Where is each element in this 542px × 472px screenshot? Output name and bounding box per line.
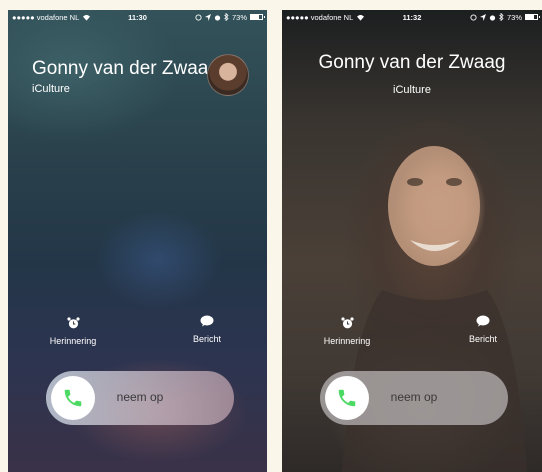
slider-label: neem op	[390, 390, 438, 404]
carrier-label: ●●●●● vodafone NL	[12, 12, 80, 22]
caller-label: iCulture	[393, 84, 431, 96]
caller-name: Gonny van der Zwaag	[32, 58, 219, 79]
slide-to-answer[interactable]: neem op	[320, 371, 508, 425]
remind-me-label: Herinnering	[323, 336, 371, 346]
alarm-clock-icon	[340, 317, 354, 329]
message-label: Bericht	[192, 334, 221, 344]
location-icon	[204, 13, 211, 21]
battery-icon	[250, 14, 265, 20]
incoming-call-screen-right: ●●●●● vodafone NL 11:32 73% Gonny van de…	[282, 10, 542, 472]
caller-avatar	[207, 54, 249, 96]
lock-rotation-icon	[195, 13, 202, 21]
message-label: Bericht	[468, 334, 497, 344]
alarm-clock-icon	[66, 317, 80, 329]
bluetooth-icon	[224, 13, 229, 21]
message-button[interactable]: Bericht	[176, 315, 238, 344]
status-bar: ●●●●● vodafone NL 11:30 73%	[8, 10, 267, 24]
message-button[interactable]: Bericht	[452, 315, 514, 344]
remind-me-label: Herinnering	[49, 336, 97, 346]
slide-to-answer[interactable]: neem op	[46, 371, 234, 425]
remind-me-button[interactable]: Herinnering	[38, 317, 108, 346]
caller-label: iCulture	[32, 83, 70, 95]
caller-name: Gonny van der Zwaag	[318, 52, 506, 73]
battery-percent: 73%	[231, 12, 247, 22]
incoming-call-screen-left: ●●●●● vodafone NL 11:30 73% Gonny van de…	[8, 10, 267, 472]
remind-me-button[interactable]: Herinnering	[312, 317, 382, 346]
message-bubble-icon	[200, 315, 214, 327]
alarm-status-icon	[214, 14, 221, 21]
slider-label: neem op	[116, 390, 164, 404]
wifi-icon	[83, 14, 91, 21]
message-bubble-icon	[476, 315, 490, 327]
